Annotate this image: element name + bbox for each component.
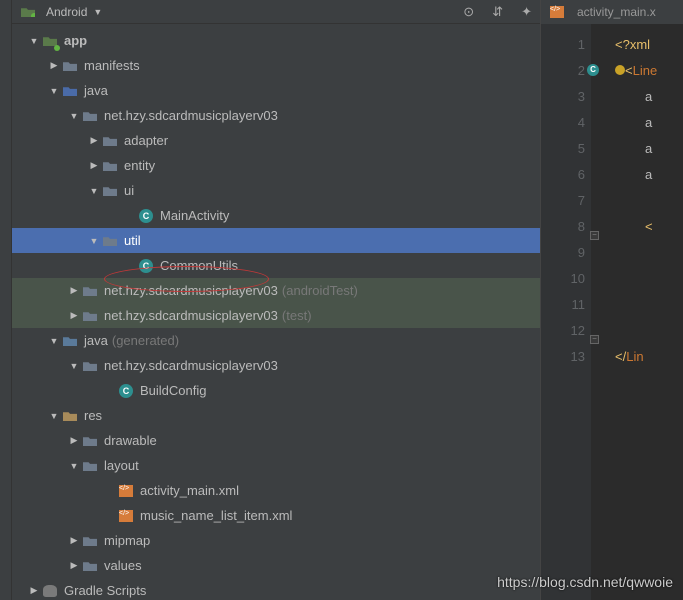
tree-package-gen[interactable]: net.hzy.sdcardmusicplayerv03 bbox=[12, 353, 540, 378]
code-text: <?xml bbox=[615, 37, 650, 52]
tree-adapter[interactable]: adapter bbox=[12, 128, 540, 153]
tree-label-suffix: (test) bbox=[282, 308, 312, 323]
tree-values[interactable]: values bbox=[12, 553, 540, 578]
tree-res[interactable]: res bbox=[12, 403, 540, 428]
tree-package-test[interactable]: net.hzy.sdcardmusicplayerv03 (test) bbox=[12, 303, 540, 328]
tree-label: ui bbox=[124, 183, 134, 198]
code-editor[interactable]: <?xml <Line a a a a < </Lin bbox=[591, 24, 683, 600]
target-icon[interactable]: ⊙ bbox=[463, 4, 474, 20]
tree-label-suffix: (androidTest) bbox=[282, 283, 358, 298]
tree-label: mipmap bbox=[104, 533, 150, 548]
tree-label: activity_main.xml bbox=[140, 483, 239, 498]
line-gutter[interactable]: 1 2C 3 4 5 6 7 8− 9 10 11 12− 13 bbox=[541, 24, 591, 600]
tree-label: res bbox=[84, 408, 102, 423]
tree-commonutils[interactable]: CCommonUtils bbox=[12, 253, 540, 278]
tree-label: BuildConfig bbox=[140, 383, 207, 398]
tree-package-androidtest[interactable]: net.hzy.sdcardmusicplayerv03 (androidTest… bbox=[12, 278, 540, 303]
project-toolbar: Android ▼ ⊙ ⇵ ✦ bbox=[12, 0, 540, 24]
tree-manifests[interactable]: manifests bbox=[12, 53, 540, 78]
tree-label: CommonUtils bbox=[160, 258, 238, 273]
settings-icon[interactable]: ✦ bbox=[521, 4, 532, 20]
tree-package[interactable]: net.hzy.sdcardmusicplayerv03 bbox=[12, 103, 540, 128]
tree-util[interactable]: util bbox=[12, 228, 540, 253]
fold-icon[interactable]: − bbox=[590, 231, 599, 240]
tree-gradle-scripts[interactable]: Gradle Scripts bbox=[12, 578, 540, 600]
tree-label: net.hzy.sdcardmusicplayerv03 bbox=[104, 308, 278, 323]
tree-drawable[interactable]: drawable bbox=[12, 428, 540, 453]
tree-java-generated[interactable]: java (generated) bbox=[12, 328, 540, 353]
tree-ui[interactable]: ui bbox=[12, 178, 540, 203]
tree-entity[interactable]: entity bbox=[12, 153, 540, 178]
left-tool-strip[interactable] bbox=[0, 0, 12, 600]
tree-label: util bbox=[124, 233, 141, 248]
warning-icon[interactable] bbox=[615, 65, 625, 75]
tree-app[interactable]: app bbox=[12, 28, 540, 53]
tree-label: adapter bbox=[124, 133, 168, 148]
tree-mipmap[interactable]: mipmap bbox=[12, 528, 540, 553]
tree-label: values bbox=[104, 558, 142, 573]
tree-java[interactable]: java bbox=[12, 78, 540, 103]
project-view-label: Android bbox=[46, 5, 87, 19]
fold-icon[interactable]: − bbox=[590, 335, 599, 344]
tree-label: MainActivity bbox=[160, 208, 229, 223]
tree-activity-main-xml[interactable]: activity_main.xml bbox=[12, 478, 540, 503]
tree-label: java bbox=[84, 333, 108, 348]
project-view-selector[interactable]: Android ▼ bbox=[20, 4, 102, 20]
collapse-icon[interactable]: ⇵ bbox=[492, 4, 503, 20]
tree-label: entity bbox=[124, 158, 155, 173]
tree-label: net.hzy.sdcardmusicplayerv03 bbox=[104, 283, 278, 298]
editor-tab-label[interactable]: activity_main.x bbox=[577, 5, 656, 19]
tree-label-suffix: (generated) bbox=[112, 333, 179, 348]
tree-label: manifests bbox=[84, 58, 140, 73]
editor-pane: activity_main.x 1 2C 3 4 5 6 7 8− 9 10 1… bbox=[540, 0, 683, 600]
tree-label: music_name_list_item.xml bbox=[140, 508, 292, 523]
tree-label: layout bbox=[104, 458, 139, 473]
project-tree[interactable]: app manifests java net.hzy.sdcardmusicpl… bbox=[12, 24, 540, 600]
tree-music-list-xml[interactable]: music_name_list_item.xml bbox=[12, 503, 540, 528]
tree-buildconfig[interactable]: CBuildConfig bbox=[12, 378, 540, 403]
tree-label: drawable bbox=[104, 433, 157, 448]
tree-label: app bbox=[64, 33, 87, 48]
tree-label: net.hzy.sdcardmusicplayerv03 bbox=[104, 108, 278, 123]
tree-label: java bbox=[84, 83, 108, 98]
tree-label: Gradle Scripts bbox=[64, 583, 146, 598]
watermark-text: https://blog.csdn.net/qwwoie bbox=[497, 574, 673, 590]
tree-layout[interactable]: layout bbox=[12, 453, 540, 478]
class-gutter-icon[interactable]: C bbox=[587, 64, 599, 76]
editor-tab-bar[interactable]: activity_main.x bbox=[541, 0, 683, 24]
tree-label: net.hzy.sdcardmusicplayerv03 bbox=[104, 358, 278, 373]
tree-mainactivity[interactable]: CMainActivity bbox=[12, 203, 540, 228]
